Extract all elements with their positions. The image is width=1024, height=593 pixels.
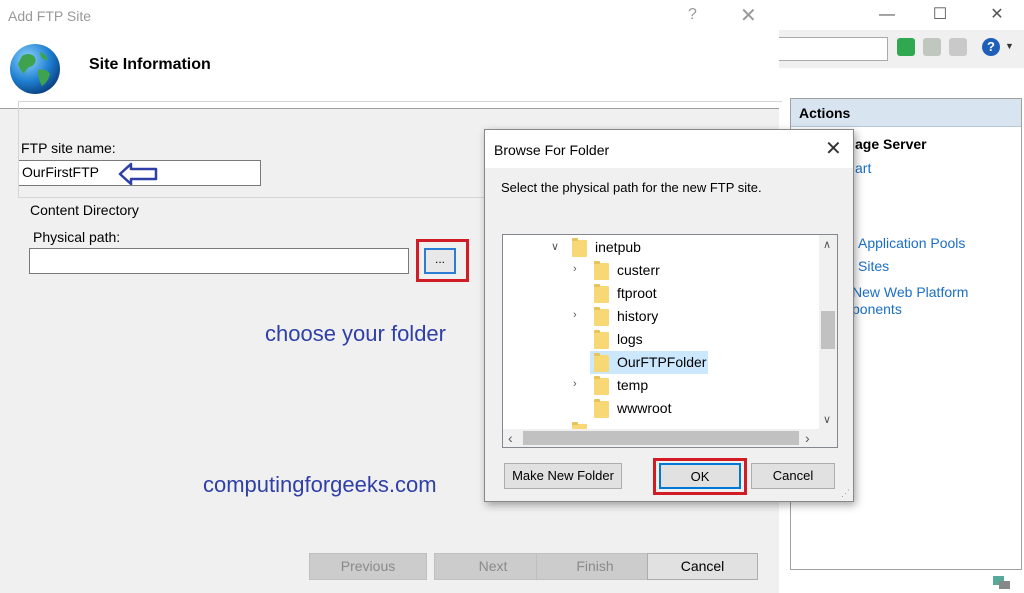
actions-header: Actions	[791, 99, 1021, 127]
web-platform-link[interactable]: New Web Platform	[852, 284, 968, 300]
restart-link[interactable]: art	[855, 160, 871, 176]
manage-server-label: age Server	[855, 136, 927, 152]
help-button[interactable]: ?	[688, 6, 697, 24]
stop-icon[interactable]	[923, 38, 941, 56]
cancel-browse-button[interactable]: Cancel	[751, 463, 835, 489]
home-icon[interactable]	[949, 38, 967, 56]
previous-button[interactable]: Previous	[309, 553, 427, 580]
close-browse-button[interactable]: ✕	[825, 136, 842, 161]
tree-item-inetpub[interactable]: ∨ inetpub	[503, 237, 803, 259]
tree-item-label: custerr	[617, 262, 660, 278]
content-directory-label: Content Directory	[28, 202, 141, 218]
scroll-up-icon[interactable]: ∧	[823, 238, 831, 251]
sites-link[interactable]: Sites	[858, 258, 889, 274]
folder-icon	[594, 330, 609, 349]
scroll-down-icon[interactable]: ∨	[823, 413, 831, 426]
iis-titlebar: — ☐ ✕	[779, 0, 1024, 30]
browse-instruction: Select the physical path for the new FTP…	[501, 180, 762, 195]
tree-item-temp[interactable]: › temp	[503, 375, 803, 397]
vertical-scroll-thumb[interactable]	[821, 311, 835, 349]
tree-item-label: inetpub	[595, 239, 641, 255]
page-title: Site Information	[89, 56, 211, 73]
tree-item-label: wwwroot	[617, 400, 672, 416]
folder-icon	[594, 399, 609, 418]
network-status-icon	[993, 576, 1010, 589]
tree-item-label: OurFTPFolder	[617, 354, 707, 370]
dialog-title: Add FTP Site	[8, 8, 92, 24]
wizard-header: Site Information	[0, 32, 779, 109]
refresh-icon[interactable]	[897, 38, 915, 56]
horizontal-scroll-thumb[interactable]	[523, 431, 799, 445]
cancel-wizard-button[interactable]: Cancel	[647, 553, 758, 580]
tree-item-wwwroot[interactable]: wwwroot	[503, 398, 803, 420]
help-icon[interactable]: ?	[982, 38, 1000, 56]
folder-icon	[594, 284, 609, 303]
application-pools-link[interactable]: Application Pools	[858, 235, 965, 251]
arrow-left-icon	[118, 162, 158, 186]
watermark-text: computingforgeeks.com	[203, 472, 437, 497]
tree-item-custerr[interactable]: › custerr	[503, 260, 803, 282]
physical-path-input[interactable]	[29, 248, 409, 274]
close-dialog-button[interactable]: ✕	[740, 3, 757, 28]
ftp-dialog-titlebar: Add FTP Site ? ✕	[0, 0, 779, 32]
tree-item-ourftpfolder[interactable]: OurFTPFolder	[503, 352, 803, 374]
chevron-down-icon[interactable]: ∨	[551, 240, 563, 253]
horizontal-scrollbar[interactable]: ‹ ›	[503, 429, 837, 447]
browse-dialog-title: Browse For Folder	[494, 142, 610, 158]
tree-item-ftproot[interactable]: ftproot	[503, 283, 803, 305]
folder-icon	[594, 353, 609, 372]
choose-folder-annotation: choose your folder	[265, 321, 446, 346]
tree-item-label: logs	[617, 331, 643, 347]
chevron-down-icon[interactable]: ▼	[1005, 41, 1014, 51]
resize-grip-icon[interactable]: ⋰	[841, 488, 850, 499]
tree-item-logs[interactable]: logs	[503, 329, 803, 351]
address-bar[interactable]	[779, 37, 888, 61]
physical-path-label: Physical path:	[33, 229, 121, 245]
browse-for-folder-dialog: Browse For Folder ✕ Select the physical …	[484, 129, 854, 502]
folder-icon	[594, 376, 609, 395]
finish-button[interactable]: Finish	[536, 553, 654, 580]
vertical-scrollbar[interactable]: ∧ ∨	[819, 235, 837, 429]
ok-button[interactable]: OK	[659, 463, 741, 489]
folder-icon	[572, 238, 587, 257]
folder-icon	[594, 307, 609, 326]
tree-item-label: temp	[617, 377, 649, 393]
minimize-button[interactable]: —	[872, 4, 902, 26]
chevron-right-icon[interactable]: ›	[573, 378, 585, 390]
tree-item-history[interactable]: › history	[503, 306, 803, 328]
next-button[interactable]: Next	[434, 553, 552, 580]
make-new-folder-button[interactable]: Make New Folder	[504, 463, 622, 489]
tree-item-label: ftproot	[617, 285, 657, 301]
globe-icon	[10, 44, 60, 94]
iis-toolbar: ? ▼	[779, 30, 1024, 69]
web-platform-link-line2[interactable]: ponents	[852, 301, 902, 317]
tree-item-label: history	[617, 308, 659, 324]
browse-dialog-titlebar: Browse For Folder ✕	[485, 130, 853, 168]
browse-button[interactable]: ...	[424, 248, 456, 274]
close-window-button[interactable]: ✕	[982, 4, 1012, 26]
scroll-right-icon[interactable]: ›	[805, 430, 810, 446]
folder-icon	[594, 261, 609, 280]
chevron-right-icon[interactable]: ›	[573, 309, 585, 321]
chevron-right-icon[interactable]: ›	[573, 263, 585, 275]
scroll-left-icon[interactable]: ‹	[508, 430, 513, 446]
maximize-button[interactable]: ☐	[925, 4, 955, 26]
folder-tree[interactable]: ∨ inetpub › custerr ftproot › history lo…	[502, 234, 838, 448]
